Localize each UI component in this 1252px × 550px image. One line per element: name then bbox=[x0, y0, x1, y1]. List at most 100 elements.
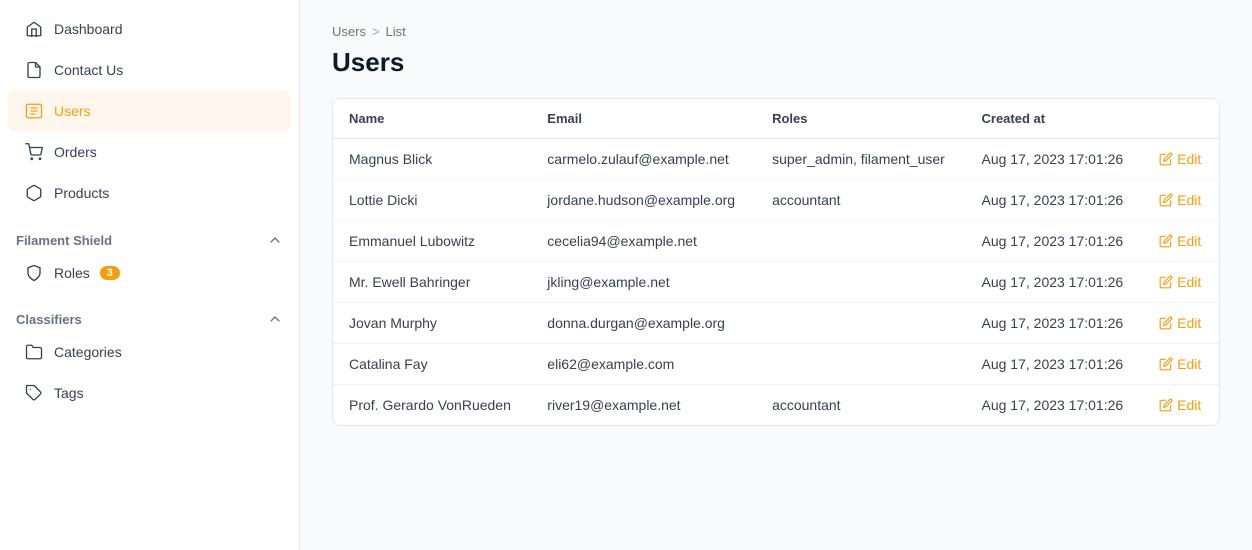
cell-roles bbox=[756, 303, 965, 344]
breadcrumb-parent: Users bbox=[332, 24, 366, 39]
cell-action: Edit bbox=[1143, 385, 1219, 426]
cell-name: Lottie Dicki bbox=[333, 180, 531, 221]
cell-email: carmelo.zulauf@example.net bbox=[531, 139, 756, 180]
sidebar-item-orders[interactable]: Orders bbox=[8, 132, 291, 172]
cell-roles: accountant bbox=[756, 180, 965, 221]
cell-roles: accountant bbox=[756, 385, 965, 426]
col-header-roles: Roles bbox=[756, 99, 965, 139]
sidebar-item-categories[interactable]: Categories bbox=[8, 332, 291, 372]
sidebar-item-label: Dashboard bbox=[54, 21, 123, 37]
col-header-action bbox=[1143, 99, 1219, 139]
cell-name: Prof. Gerardo VonRueden bbox=[333, 385, 531, 426]
section-header-filament-shield[interactable]: Filament Shield bbox=[0, 222, 299, 252]
edit-icon bbox=[1159, 152, 1173, 166]
table-row: Emmanuel Lubowitz cecelia94@example.net … bbox=[333, 221, 1219, 262]
cart-icon bbox=[24, 142, 44, 162]
cell-email: eli62@example.com bbox=[531, 344, 756, 385]
edit-icon bbox=[1159, 193, 1173, 207]
sidebar-item-tags[interactable]: Tags bbox=[8, 373, 291, 413]
edit-button[interactable]: Edit bbox=[1159, 315, 1201, 331]
sidebar-item-contact-us[interactable]: Contact Us bbox=[8, 50, 291, 90]
edit-label: Edit bbox=[1177, 151, 1201, 167]
section-header-classifiers[interactable]: Classifiers bbox=[0, 301, 299, 331]
section-classifiers: Classifiers Categories Tags bbox=[0, 301, 299, 413]
breadcrumb-separator: > bbox=[372, 24, 380, 39]
tag-icon bbox=[24, 383, 44, 403]
cell-email: jkling@example.net bbox=[531, 262, 756, 303]
home-icon bbox=[24, 19, 44, 39]
folder-icon bbox=[24, 342, 44, 362]
cell-action: Edit bbox=[1143, 221, 1219, 262]
breadcrumb: Users > List bbox=[332, 24, 1220, 39]
col-header-created-at: Created at bbox=[966, 99, 1144, 139]
edit-button[interactable]: Edit bbox=[1159, 274, 1201, 290]
col-header-name: Name bbox=[333, 99, 531, 139]
edit-button[interactable]: Edit bbox=[1159, 151, 1201, 167]
table-row: Lottie Dicki jordane.hudson@example.org … bbox=[333, 180, 1219, 221]
cell-email: river19@example.net bbox=[531, 385, 756, 426]
sidebar-item-roles[interactable]: Roles 3 bbox=[8, 253, 291, 293]
edit-label: Edit bbox=[1177, 356, 1201, 372]
table-row: Prof. Gerardo VonRueden river19@example.… bbox=[333, 385, 1219, 426]
cell-roles bbox=[756, 262, 965, 303]
table-row: Magnus Blick carmelo.zulauf@example.net … bbox=[333, 139, 1219, 180]
cell-roles: super_admin, filament_user bbox=[756, 139, 965, 180]
edit-button[interactable]: Edit bbox=[1159, 397, 1201, 413]
sidebar-item-label: Tags bbox=[54, 385, 84, 401]
chevron-up-icon bbox=[267, 311, 283, 327]
sidebar-item-users[interactable]: Users bbox=[8, 91, 291, 131]
main-area: Users > List Users Name Email Roles Crea… bbox=[300, 0, 1252, 550]
shield-icon bbox=[24, 263, 44, 283]
sidebar-item-label: Categories bbox=[54, 344, 122, 360]
main-content: Users > List Users Name Email Roles Crea… bbox=[300, 0, 1252, 550]
cell-created-at: Aug 17, 2023 17:01:26 bbox=[966, 303, 1144, 344]
edit-label: Edit bbox=[1177, 274, 1201, 290]
edit-icon bbox=[1159, 316, 1173, 330]
edit-label: Edit bbox=[1177, 315, 1201, 331]
cell-action: Edit bbox=[1143, 303, 1219, 344]
edit-label: Edit bbox=[1177, 397, 1201, 413]
box-icon bbox=[24, 183, 44, 203]
edit-icon bbox=[1159, 398, 1173, 412]
edit-icon bbox=[1159, 275, 1173, 289]
cell-created-at: Aug 17, 2023 17:01:26 bbox=[966, 385, 1144, 426]
sidebar-item-label: Products bbox=[54, 185, 109, 201]
cell-roles bbox=[756, 344, 965, 385]
section-label: Classifiers bbox=[16, 312, 82, 327]
cell-created-at: Aug 17, 2023 17:01:26 bbox=[966, 180, 1144, 221]
table-row: Catalina Fay eli62@example.com Aug 17, 2… bbox=[333, 344, 1219, 385]
cell-action: Edit bbox=[1143, 139, 1219, 180]
sidebar-item-label: Contact Us bbox=[54, 62, 123, 78]
cell-created-at: Aug 17, 2023 17:01:26 bbox=[966, 344, 1144, 385]
sidebar-item-dashboard[interactable]: Dashboard bbox=[8, 9, 291, 49]
col-header-email: Email bbox=[531, 99, 756, 139]
users-table: Name Email Roles Created at Magnus Blick… bbox=[333, 99, 1219, 425]
edit-icon bbox=[1159, 234, 1173, 248]
cell-action: Edit bbox=[1143, 180, 1219, 221]
users-table-container: Name Email Roles Created at Magnus Blick… bbox=[332, 98, 1220, 426]
table-row: Jovan Murphy donna.durgan@example.org Au… bbox=[333, 303, 1219, 344]
cell-created-at: Aug 17, 2023 17:01:26 bbox=[966, 221, 1144, 262]
cell-name: Magnus Blick bbox=[333, 139, 531, 180]
cell-email: cecelia94@example.net bbox=[531, 221, 756, 262]
edit-button[interactable]: Edit bbox=[1159, 192, 1201, 208]
cell-created-at: Aug 17, 2023 17:01:26 bbox=[966, 262, 1144, 303]
sidebar-item-label: Orders bbox=[54, 144, 97, 160]
table-row: Mr. Ewell Bahringer jkling@example.net A… bbox=[333, 262, 1219, 303]
cell-roles bbox=[756, 221, 965, 262]
cell-email: jordane.hudson@example.org bbox=[531, 180, 756, 221]
cell-name: Jovan Murphy bbox=[333, 303, 531, 344]
cell-name: Mr. Ewell Bahringer bbox=[333, 262, 531, 303]
table-header-row: Name Email Roles Created at bbox=[333, 99, 1219, 139]
edit-button[interactable]: Edit bbox=[1159, 356, 1201, 372]
chevron-up-icon bbox=[267, 232, 283, 248]
sidebar: Dashboard Contact Us Users Orders Produc… bbox=[0, 0, 300, 550]
cell-action: Edit bbox=[1143, 262, 1219, 303]
cell-email: donna.durgan@example.org bbox=[531, 303, 756, 344]
sidebar-item-label: Roles bbox=[54, 265, 90, 281]
cell-name: Catalina Fay bbox=[333, 344, 531, 385]
edit-icon bbox=[1159, 357, 1173, 371]
edit-button[interactable]: Edit bbox=[1159, 233, 1201, 249]
users-icon bbox=[24, 101, 44, 121]
sidebar-item-products[interactable]: Products bbox=[8, 173, 291, 213]
